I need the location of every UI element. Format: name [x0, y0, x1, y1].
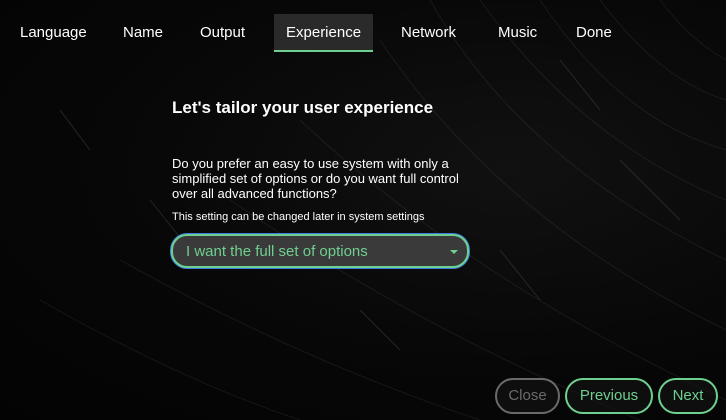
caret-down-icon	[450, 250, 458, 254]
background	[0, 0, 726, 420]
experience-panel: Let's tailor your user experience Do you…	[172, 96, 492, 223]
settings-note: This setting can be changed later in sys…	[172, 211, 425, 223]
tab-language[interactable]: Language	[8, 14, 99, 50]
tab-network[interactable]: Network	[389, 14, 468, 50]
tab-music[interactable]: Music	[486, 14, 549, 50]
tab-name[interactable]: Name	[111, 14, 175, 50]
experience-level-select[interactable]: I want the full set of options	[171, 234, 469, 268]
tab-done[interactable]: Done	[564, 14, 624, 50]
background-streaks	[39, 0, 726, 420]
tab-experience[interactable]: Experience	[274, 14, 374, 52]
page-title: Let's tailor your user experience	[172, 98, 434, 117]
experience-level-value: I want the full set of options	[186, 243, 368, 260]
previous-button[interactable]: Previous	[565, 378, 653, 414]
close-button[interactable]: Close	[495, 378, 560, 414]
experience-question: Do you prefer an easy to use system with…	[172, 156, 459, 201]
next-button[interactable]: Next	[658, 378, 718, 414]
tab-output[interactable]: Output	[188, 14, 257, 50]
wizard-tabs: Language Name Output Experience Network …	[0, 14, 726, 52]
